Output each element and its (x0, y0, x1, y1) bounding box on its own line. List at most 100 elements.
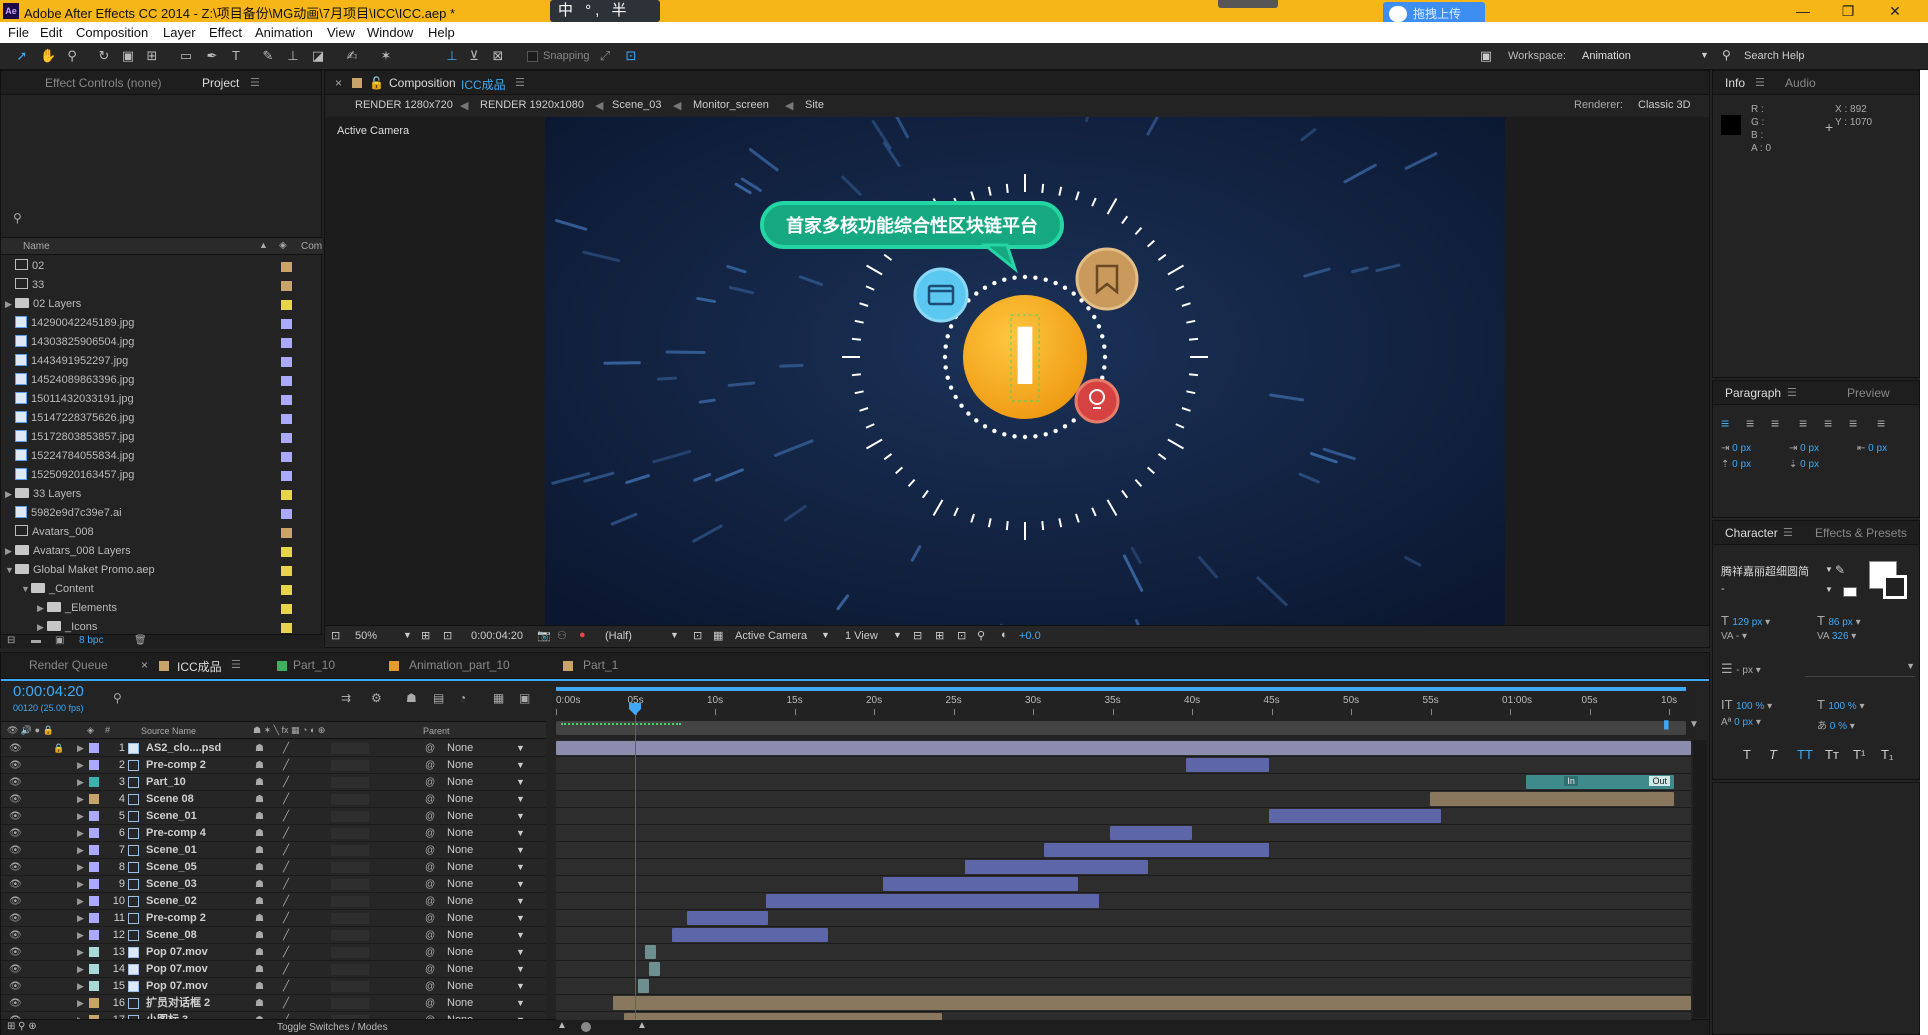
tab-effects-presets[interactable]: Effects & Presets (1815, 526, 1907, 540)
region-icon[interactable]: ⊡ (443, 629, 452, 642)
pen-tool-icon[interactable]: ✒ (204, 48, 220, 64)
close-tab-icon[interactable]: × (335, 76, 342, 90)
label-color-swatch[interactable] (281, 262, 292, 272)
camera-tool-icon[interactable]: ▣ (120, 48, 136, 64)
label-color-swatch[interactable] (281, 547, 292, 557)
work-area-end-marker[interactable]: ▮ (1663, 717, 1670, 731)
superscript-button[interactable]: T¹ (1853, 747, 1865, 762)
in-point-marker[interactable]: In (1564, 776, 1578, 786)
project-item[interactable]: 15224784055834.jpg (1, 447, 319, 466)
chevron-down-icon[interactable]: ▼ (670, 630, 679, 640)
tab-render-queue[interactable]: Render Queue (29, 658, 108, 672)
maximize-button[interactable]: ❐ (1835, 1, 1861, 21)
project-item[interactable]: 15147228375626.jpg (1, 409, 319, 428)
frame-blend-icon[interactable]: ▤ (433, 691, 444, 705)
type-tool-icon[interactable]: T (228, 48, 244, 64)
menu-layer[interactable]: Layer (163, 25, 196, 40)
tracking-field[interactable]: VA 326 ▾ (1817, 631, 1856, 642)
panel-menu-icon[interactable]: ☰ (1755, 76, 1765, 89)
tab-effect-controls[interactable]: Effect Controls (none) (45, 76, 162, 90)
panel-menu-icon[interactable]: ☰ (250, 76, 260, 89)
view-axis-icon[interactable]: ⊠ (490, 48, 506, 64)
comp-tab-name[interactable]: ICC成品 (461, 76, 506, 93)
search-icon[interactable]: ⚲ (113, 691, 122, 705)
comp-tab-label[interactable]: Composition (389, 76, 456, 90)
comp-viewer[interactable]: Active Camera I 首家多核功能综合性区块链平台 (325, 117, 1709, 625)
tab-part1[interactable]: Part_1 (583, 658, 618, 672)
align-center-icon[interactable]: ≡ (1746, 415, 1754, 431)
project-item[interactable]: 14524089863396.jpg (1, 371, 319, 390)
transparency-grid-icon[interactable]: ▦ (713, 629, 723, 642)
roto-brush-tool-icon[interactable]: ✍ (344, 48, 360, 64)
font-style-select[interactable]: - (1721, 583, 1725, 595)
tab-info[interactable]: Info (1725, 76, 1745, 90)
zoom-slider-handle[interactable] (581, 1022, 591, 1032)
menu-effect[interactable]: Effect (209, 25, 242, 40)
small-caps-button[interactable]: Tт (1825, 747, 1839, 762)
tab-icc[interactable]: ICC成品 (177, 658, 222, 675)
hand-tool-icon[interactable]: ✋ (40, 48, 56, 64)
project-item[interactable]: ▶ _Elements (1, 599, 319, 618)
new-comp-icon[interactable]: ▣ (55, 635, 64, 646)
rectangle-tool-icon[interactable]: ▭ (178, 48, 194, 64)
twirl-arrow-icon[interactable]: ▶ (37, 599, 47, 618)
local-axis-icon[interactable]: ⊥ (444, 48, 460, 64)
label-color-swatch[interactable] (281, 604, 292, 614)
new-folder-icon[interactable]: ▬ (31, 635, 41, 646)
col-name[interactable]: Name (23, 241, 50, 252)
minimize-button[interactable]: — (1790, 1, 1816, 21)
pan-behind-tool-icon[interactable]: ⊞ (144, 48, 160, 64)
twirl-arrow-icon[interactable]: ▼ (5, 561, 15, 580)
snapping-checkbox[interactable] (527, 51, 538, 62)
project-item[interactable]: ▶ Avatars_008 Layers (1, 542, 319, 561)
zoom-in-icon[interactable]: ▲ (637, 1020, 647, 1031)
layer-duration-bar[interactable] (624, 1013, 942, 1020)
graph-editor-icon[interactable]: ▦ (493, 691, 504, 705)
channel-icon[interactable]: ● (579, 629, 586, 641)
stroke-mode-select[interactable]: ▼ (1805, 661, 1915, 677)
layer-duration-bar[interactable] (882, 877, 1079, 891)
stroke-width-field[interactable]: ☰ - px ▾ (1721, 661, 1761, 677)
layer-duration-bar[interactable] (649, 962, 661, 976)
panel-menu-icon[interactable]: ☰ (515, 76, 525, 89)
parent-header[interactable]: Parent (423, 726, 450, 736)
comp-button-icon[interactable]: ▼ (1689, 719, 1699, 730)
draft-3d-icon[interactable]: ⚙ (371, 691, 382, 705)
rotation-tool-icon[interactable]: ↻ (96, 48, 112, 64)
vertical-scale-field[interactable]: IT 100 % ▾ (1721, 697, 1772, 712)
show-snapshot-icon[interactable]: ⚇ (557, 629, 567, 642)
layer-duration-bar[interactable] (765, 894, 1099, 908)
bpc-button[interactable]: 8 bpc (79, 635, 103, 646)
chevron-down-icon[interactable]: ▼ (403, 630, 412, 640)
project-item[interactable]: Avatars_008 (1, 523, 319, 542)
timeline-icon[interactable]: ⊞ (935, 629, 944, 642)
project-item[interactable]: 14303825906504.jpg (1, 333, 319, 352)
tsume-field[interactable]: あ 0 % ▾ (1817, 717, 1855, 732)
layer-duration-bar[interactable] (1268, 809, 1442, 823)
all-caps-button[interactable]: TT (1797, 747, 1813, 762)
faux-italic-button[interactable]: T (1769, 747, 1777, 762)
draft-3d-icon[interactable]: ⚲ (977, 629, 985, 642)
close-tab-icon[interactable]: × (141, 658, 148, 672)
tab-audio[interactable]: Audio (1785, 76, 1816, 90)
project-item[interactable]: ▶ _Icons (1, 618, 319, 633)
toggle-switches-modes-button[interactable]: Toggle Switches / Modes (277, 1022, 388, 1033)
chevron-down-icon[interactable]: ▼ (1825, 585, 1833, 594)
label-color-swatch[interactable] (281, 566, 292, 576)
ime-toolbar[interactable]: 中 °, 半 (550, 0, 660, 22)
tab-part10[interactable]: Part_10 (293, 658, 335, 672)
project-item[interactable]: 14290042245189.jpg (1, 314, 319, 333)
exposure-icon[interactable]: ◐ (1001, 629, 1008, 641)
time-navigator[interactable] (556, 721, 1686, 735)
project-item[interactable]: 5982e9d7c39e7.ai (1, 504, 319, 523)
breadcrumb-scene03[interactable]: Scene_03 (612, 99, 662, 111)
layer-duration-bar[interactable] (644, 945, 656, 959)
comp-mini-flowchart-icon[interactable]: ⇉ (341, 691, 351, 705)
chevron-down-icon[interactable]: ▼ (893, 630, 902, 640)
layer-duration-bar[interactable] (556, 741, 1691, 755)
current-time-display[interactable]: 0:00:04:20 (13, 683, 84, 700)
project-item[interactable]: 15011432033191.jpg (1, 390, 319, 409)
stroke-color-swatch[interactable] (1883, 575, 1907, 599)
menu-help[interactable]: Help (428, 25, 455, 40)
panel-menu-icon[interactable]: ☰ (1787, 386, 1797, 399)
